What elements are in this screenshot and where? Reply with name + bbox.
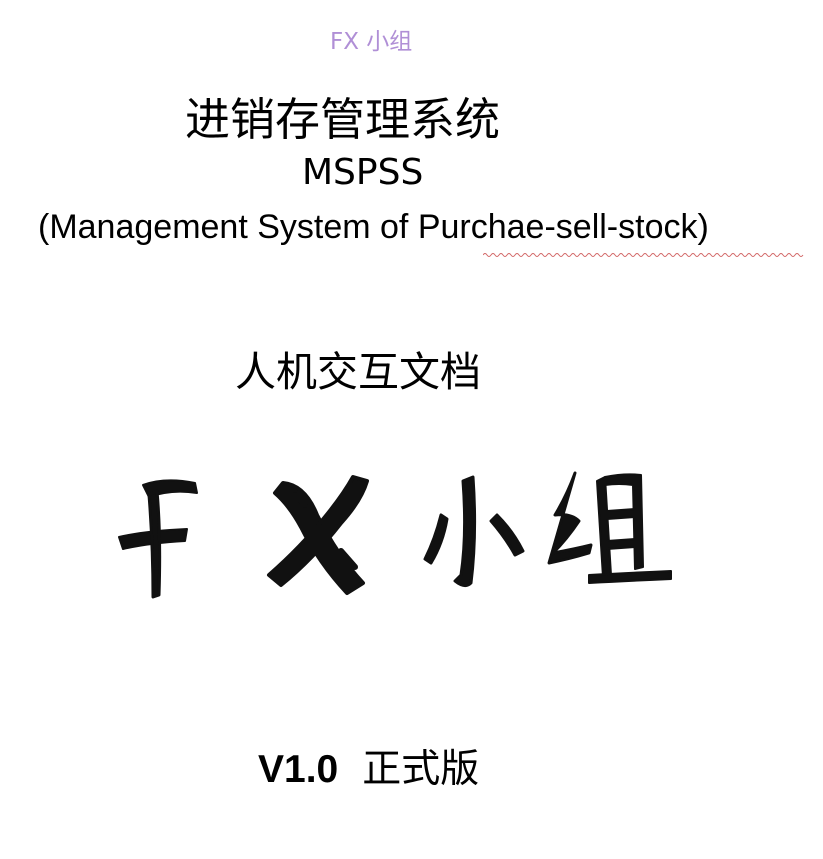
system-title-english: (Management System of Purchae-sell-stock… xyxy=(38,208,709,246)
group-header: FX 小组 xyxy=(330,29,413,55)
spellcheck-underline xyxy=(483,253,804,257)
system-title-abbreviation: MSPSS xyxy=(302,152,424,193)
system-title-chinese: 进销存管理系统 xyxy=(185,93,501,146)
fx-group-calligraphy-logo xyxy=(118,471,672,599)
version-line: V1.0 正式版 xyxy=(258,738,479,794)
document-type-title: 人机交互文档 xyxy=(235,348,481,396)
version-label: 正式版 xyxy=(362,747,480,792)
version-number: V1.0 xyxy=(258,748,339,791)
